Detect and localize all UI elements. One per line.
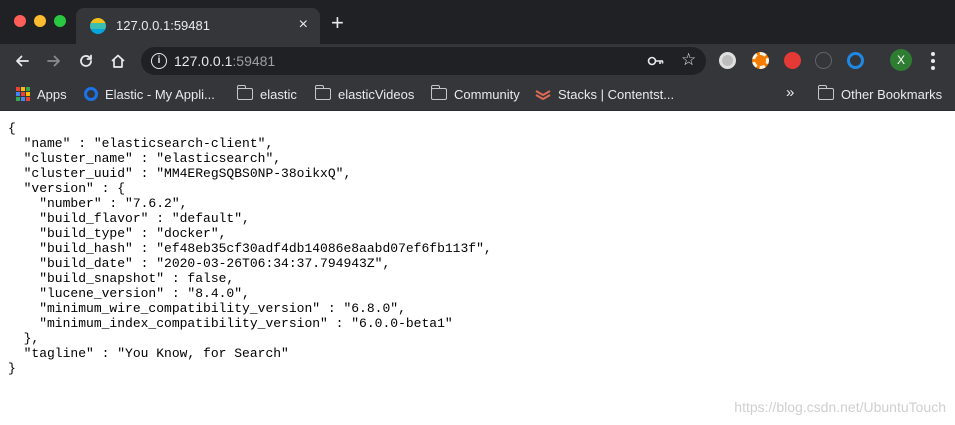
folder-icon bbox=[236, 85, 253, 100]
bookmark-folder-community[interactable]: Community bbox=[430, 84, 520, 104]
back-button[interactable] bbox=[10, 49, 34, 73]
bookmark-elastic-my-apps[interactable]: Elastic - My Appli... bbox=[84, 84, 215, 104]
tab-title: 127.0.0.1:59481 bbox=[116, 18, 210, 33]
json-line: "build_flavor" : "default", bbox=[8, 211, 250, 226]
watermark: https://blog.csdn.net/UbuntuTouch bbox=[734, 399, 946, 415]
url-port: :59481 bbox=[232, 53, 276, 69]
folder-icon bbox=[314, 85, 331, 100]
new-tab-button[interactable]: + bbox=[331, 12, 344, 34]
bookmarks-overflow-button[interactable]: » bbox=[786, 84, 794, 101]
window-close-button[interactable] bbox=[14, 15, 26, 27]
reload-button[interactable] bbox=[74, 49, 98, 73]
json-line: "build_snapshot" : false, bbox=[8, 271, 235, 286]
bookmark-folder-elasticvideos[interactable]: elasticVideos bbox=[314, 84, 415, 104]
bookmark-folder-elastic[interactable]: elastic bbox=[236, 84, 297, 104]
home-icon bbox=[111, 54, 125, 68]
json-line: "version" : { bbox=[8, 181, 126, 196]
elastic-favicon-icon bbox=[90, 18, 106, 34]
kebab-menu-icon[interactable] bbox=[930, 52, 936, 70]
bookmark-label: elasticVideos bbox=[338, 86, 415, 102]
folder-icon bbox=[430, 85, 447, 100]
tab-close-button[interactable]: × bbox=[299, 16, 308, 34]
json-line: "build_type" : "docker", bbox=[8, 226, 227, 241]
bookmark-label: elastic bbox=[260, 86, 297, 102]
json-line: "minimum_wire_compatibility_version" : "… bbox=[8, 301, 406, 316]
json-line: { bbox=[8, 121, 16, 136]
arrow-right-icon bbox=[47, 55, 60, 67]
bookmark-star-icon[interactable]: ☆ bbox=[681, 50, 696, 70]
json-line: "cluster_name" : "elasticsearch", bbox=[8, 151, 282, 166]
bookmark-label: Other Bookmarks bbox=[841, 86, 943, 102]
apps-grid-icon bbox=[16, 87, 30, 101]
bookmark-label: Stacks | Contentst... bbox=[558, 86, 675, 102]
json-line: "cluster_uuid" : "MM4ERegSQBS0NP-38oikxQ… bbox=[8, 166, 352, 181]
bookmark-other-bookmarks[interactable]: Other Bookmarks bbox=[817, 84, 943, 104]
json-line: "name" : "elasticsearch-client", bbox=[8, 136, 274, 151]
ring-extension-icon[interactable] bbox=[847, 52, 864, 69]
forward-button[interactable] bbox=[42, 49, 66, 73]
json-line: "build_hash" : "ef48eb35cf30adf4db14086e… bbox=[8, 241, 492, 256]
json-line: }, bbox=[8, 331, 40, 346]
lifebuoy-extension-icon[interactable] bbox=[752, 52, 769, 69]
page-content: { "name" : "elasticsearch-client", "clus… bbox=[0, 111, 955, 425]
json-line: "build_date" : "2020-03-26T06:34:37.7949… bbox=[8, 256, 391, 271]
bookmark-apps[interactable]: Apps bbox=[16, 84, 67, 104]
json-response: { "name" : "elasticsearch-client", "clus… bbox=[8, 121, 492, 376]
bookmark-label: Community bbox=[454, 86, 520, 102]
json-line: "number" : "7.6.2", bbox=[8, 196, 188, 211]
bookmark-stacks-contentstack[interactable]: Stacks | Contentst... bbox=[535, 84, 674, 104]
bookmark-label: Apps bbox=[37, 86, 67, 102]
toolbar: i 127.0.0.1:59481 ☆ X bbox=[0, 44, 955, 78]
json-line: "minimum_index_compatibility_version" : … bbox=[8, 316, 453, 331]
reload-icon bbox=[80, 54, 92, 67]
window-minimize-button[interactable] bbox=[34, 15, 46, 27]
url-host: 127.0.0.1 bbox=[174, 53, 233, 69]
arrow-left-icon bbox=[16, 55, 29, 67]
key-icon[interactable] bbox=[647, 53, 665, 69]
profile-avatar[interactable]: X bbox=[890, 49, 912, 71]
home-button[interactable] bbox=[106, 49, 130, 73]
elastic-circle-icon bbox=[84, 87, 98, 101]
address-bar[interactable]: i 127.0.0.1:59481 ☆ bbox=[141, 47, 706, 75]
stop-hand-extension-icon[interactable] bbox=[784, 52, 801, 69]
record-extension-icon[interactable] bbox=[719, 52, 736, 69]
site-info-icon[interactable]: i bbox=[151, 53, 167, 69]
json-line: } bbox=[8, 361, 16, 376]
contentstack-icon bbox=[535, 90, 551, 100]
bookmark-label: Elastic - My Appli... bbox=[105, 86, 215, 102]
json-line: "tagline" : "You Know, for Search" bbox=[8, 346, 289, 361]
window-maximize-button[interactable] bbox=[54, 15, 66, 27]
folder-icon bbox=[817, 85, 834, 100]
title-bar: 127.0.0.1:59481 × + bbox=[0, 0, 955, 44]
bookmarks-bar: Apps Elastic - My Appli... elastic elast… bbox=[0, 78, 955, 111]
info-extension-icon[interactable] bbox=[815, 52, 832, 69]
address-url[interactable]: 127.0.0.1:59481 bbox=[174, 53, 275, 69]
browser-tab[interactable]: 127.0.0.1:59481 × bbox=[76, 8, 320, 44]
json-line: "lucene_version" : "8.4.0", bbox=[8, 286, 250, 301]
